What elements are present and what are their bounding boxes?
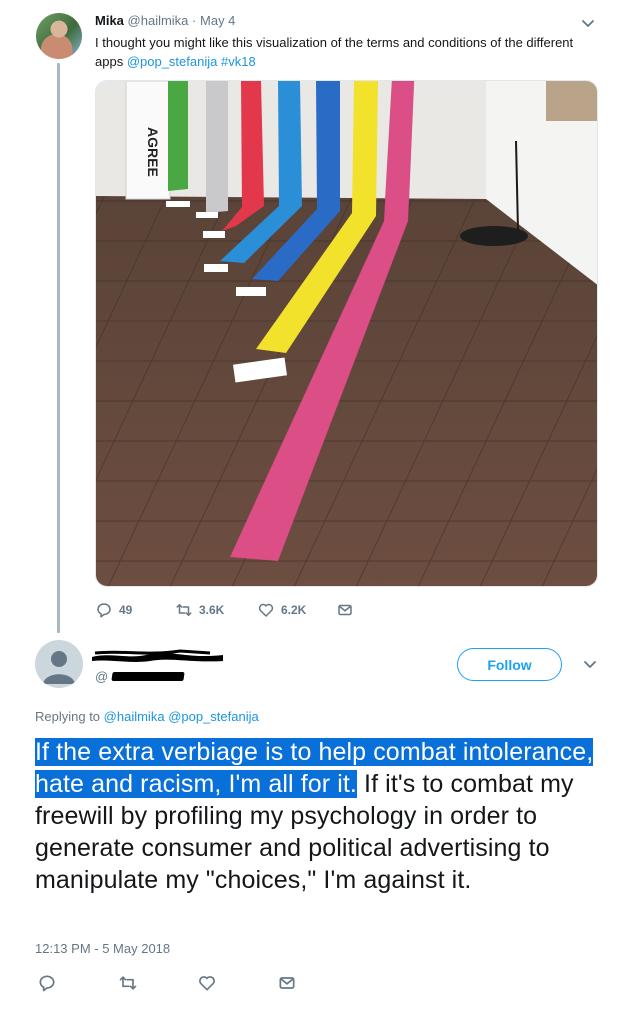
replier-handle[interactable]: @ [95,669,185,684]
tweet-text: I thought you might like this visualizat… [95,33,595,71]
agree-sign-text: AGREE [145,127,161,177]
replying-mention-2[interactable]: @pop_stefanija [168,709,259,724]
message-icon [338,604,352,616]
redacted-handle [111,672,185,681]
replying-mention-1[interactable]: @hailmika [104,709,165,724]
message-action[interactable] [336,600,360,620]
reply-action[interactable]: 49 [95,600,132,620]
author-handle[interactable]: @hailmika [128,13,189,28]
chevron-down-icon[interactable] [580,15,596,31]
tweet-photo[interactable]: AGREE [95,80,598,587]
chevron-down-icon[interactable] [582,656,598,672]
retweet-icon [176,604,192,616]
reply-icon [97,603,111,618]
like-action[interactable]: 6.2K [257,600,306,620]
message-action-2[interactable] [277,973,297,993]
like-action-2[interactable] [197,973,217,993]
like-count: 6.2K [281,603,307,617]
redacted-display-name [92,649,223,662]
reply-action-2[interactable] [37,973,57,993]
follow-button[interactable]: Follow [457,648,562,681]
retweet-action[interactable]: 3.6K [175,600,224,620]
thread-connector-line [57,63,60,633]
header-separator: · [192,13,197,28]
retweet-icon [119,976,137,990]
hashtag-link[interactable]: #vk18 [221,54,256,69]
mention-link[interactable]: @pop_stefanija [127,54,218,69]
reply-timestamp[interactable]: 12:13 PM - 5 May 2018 [35,941,170,956]
replying-label: Replying to [35,709,101,724]
tweet-header: Mika @hailmika · May 4 [95,12,235,30]
tweet-date[interactable]: May 4 [200,13,235,28]
replying-to: Replying to @hailmika @pop_stefanija [35,709,259,724]
reply-actions [35,973,335,995]
retweet-count: 3.6K [199,603,225,617]
tweet-actions: 49 3.6K 6.2K [95,600,395,620]
reply-count: 49 [119,603,133,617]
author-avatar[interactable] [36,13,82,59]
retweet-action-2[interactable] [118,973,138,993]
author-name[interactable]: Mika [95,13,124,28]
default-avatar-icon [43,651,75,684]
reply-icon [39,975,55,992]
message-icon [279,977,295,989]
replier-avatar[interactable] [35,640,83,688]
like-icon [199,976,215,991]
reply-text: If the extra verbiage is to help combat … [35,736,595,896]
original-tweet[interactable]: Mika @hailmika · May 4 I thought you mig… [0,0,635,633]
like-icon [258,603,274,617]
handle-prefix: @ [95,669,109,684]
